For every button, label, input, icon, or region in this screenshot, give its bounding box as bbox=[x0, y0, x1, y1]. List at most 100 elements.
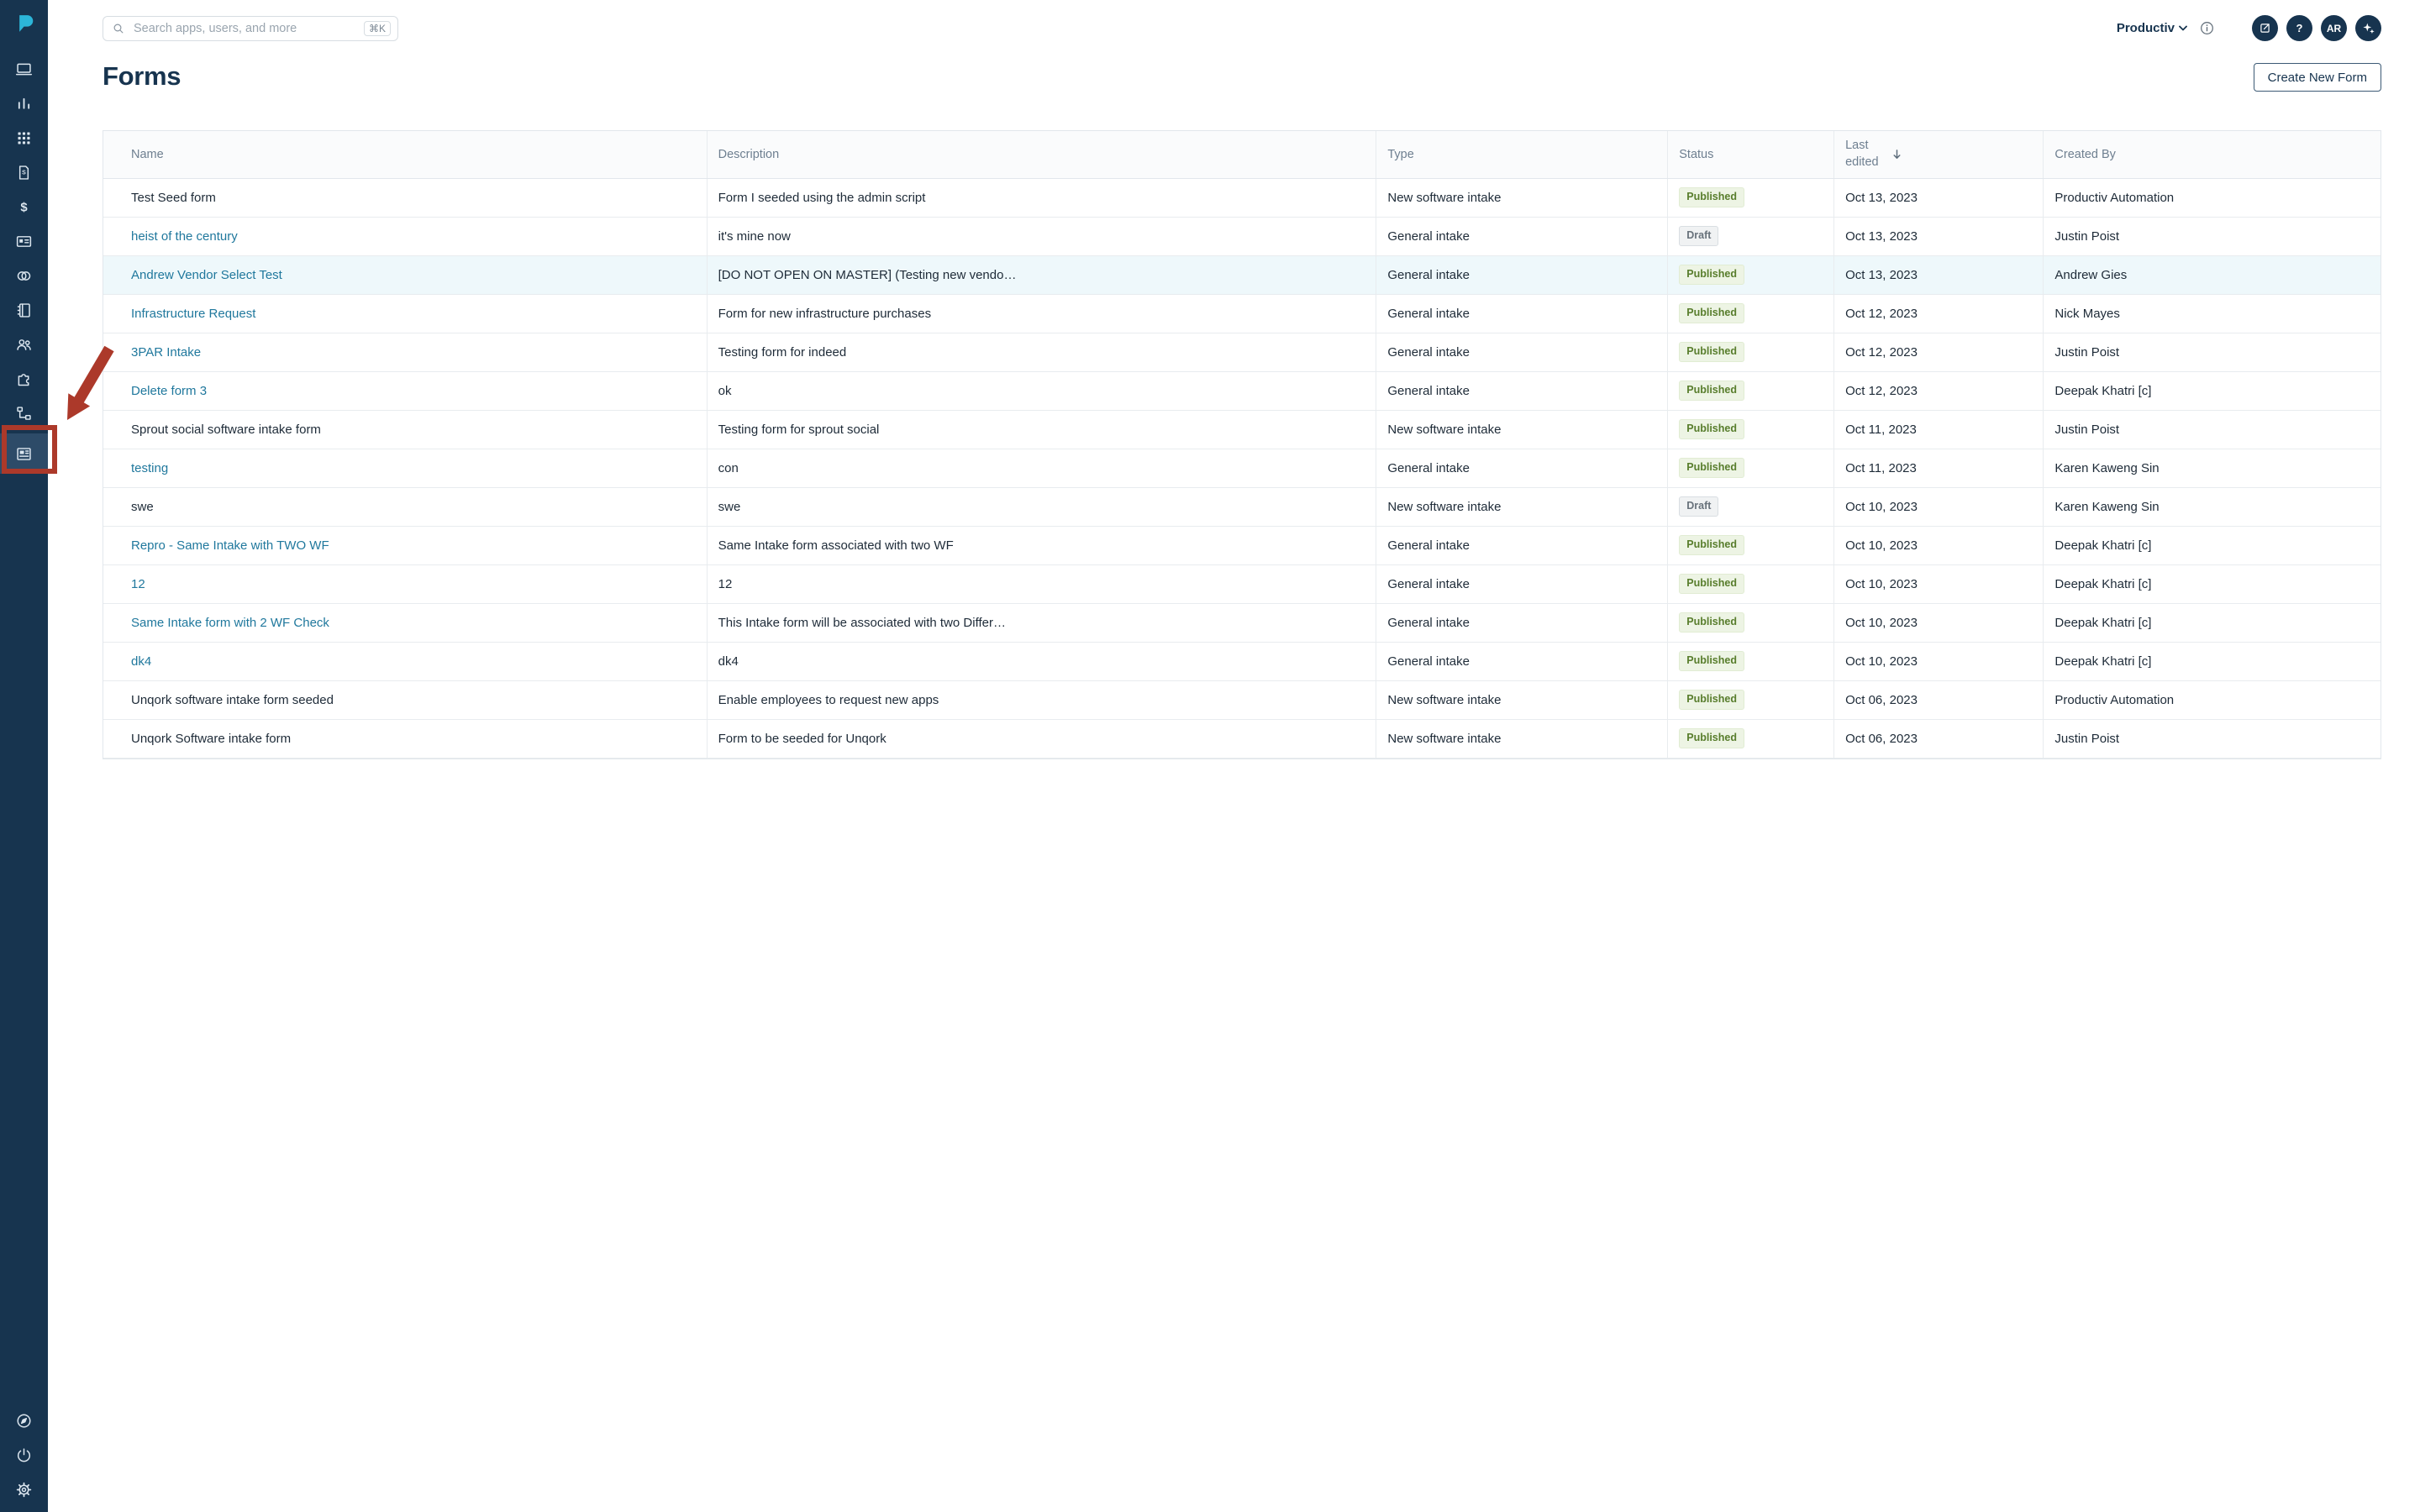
sidebar-item-licenses[interactable] bbox=[0, 224, 48, 259]
column-header-type[interactable]: Type bbox=[1376, 131, 1668, 178]
sidebar-item-overlap[interactable] bbox=[0, 259, 48, 293]
form-name-link[interactable]: 12 bbox=[131, 577, 145, 591]
topbar-right: Productiv ? AR bbox=[2117, 15, 2381, 41]
form-type-cell: General intake bbox=[1376, 603, 1668, 642]
column-header-last-edited[interactable]: Last edited bbox=[1834, 131, 2044, 178]
column-header-description[interactable]: Description bbox=[707, 131, 1376, 178]
table-body: Test Seed formForm I seeded using the ad… bbox=[103, 178, 2381, 758]
column-header-last-edited-label: Last edited bbox=[1845, 138, 1884, 171]
form-created-by-cell: Deepak Khatri [c] bbox=[2044, 526, 2381, 564]
form-status-cell: Draft bbox=[1668, 487, 1834, 526]
people-icon bbox=[15, 336, 33, 354]
sidebar-item-overview[interactable] bbox=[0, 52, 48, 87]
form-type-cell: General intake bbox=[1376, 449, 1668, 487]
form-description-cell: Enable employees to request new apps bbox=[707, 680, 1376, 719]
form-created-by-cell: Justin Poist bbox=[2044, 217, 2381, 255]
form-name-link[interactable]: dk4 bbox=[131, 654, 151, 669]
dollar-icon: $ bbox=[15, 198, 33, 216]
sidebar-item-spend[interactable]: $ bbox=[0, 190, 48, 224]
table-row: Andrew Vendor Select Test[DO NOT OPEN ON… bbox=[103, 255, 2381, 294]
share-button[interactable] bbox=[2252, 15, 2278, 41]
form-name-link[interactable]: Delete form 3 bbox=[131, 384, 207, 398]
main-content: ⌘K Productiv ? A bbox=[48, 0, 2420, 1512]
table-row: Same Intake form with 2 WF CheckThis Int… bbox=[103, 603, 2381, 642]
info-icon bbox=[2199, 20, 2215, 36]
form-last-edited-cell: Oct 13, 2023 bbox=[1834, 217, 2044, 255]
form-name-link[interactable]: 3PAR Intake bbox=[131, 345, 201, 360]
column-header-status[interactable]: Status bbox=[1668, 131, 1834, 178]
form-description-cell: Same Intake form associated with two WF bbox=[707, 526, 1376, 564]
form-created-by-cell: Karen Kaweng Sin bbox=[2044, 449, 2381, 487]
global-search: ⌘K bbox=[103, 16, 398, 41]
user-avatar[interactable]: AR bbox=[2321, 15, 2347, 41]
ai-assistant-button[interactable] bbox=[2355, 15, 2381, 41]
table-row: swesweNew software intakeDraftOct 10, 20… bbox=[103, 487, 2381, 526]
sidebar-item-forms[interactable] bbox=[0, 433, 48, 474]
status-badge: Published bbox=[1679, 535, 1744, 555]
sidebar-item-teams[interactable] bbox=[0, 328, 48, 362]
sidebar-item-workflows[interactable] bbox=[0, 396, 48, 431]
form-last-edited-cell: Oct 13, 2023 bbox=[1834, 255, 2044, 294]
column-header-created-by[interactable]: Created By bbox=[2044, 131, 2381, 178]
form-status-cell: Published bbox=[1668, 719, 1834, 758]
sidebar-item-explore[interactable] bbox=[0, 1404, 48, 1438]
form-name-link[interactable]: Same Intake form with 2 WF Check bbox=[131, 616, 329, 630]
sidebar-nav: S $ bbox=[0, 52, 48, 474]
form-last-edited-cell: Oct 12, 2023 bbox=[1834, 371, 2044, 410]
form-name-cell: Repro - Same Intake with TWO WF bbox=[103, 526, 707, 564]
sidebar-footer bbox=[0, 1404, 48, 1512]
form-type-cell: General intake bbox=[1376, 294, 1668, 333]
share-icon bbox=[2258, 21, 2272, 35]
form-created-by-cell: Karen Kaweng Sin bbox=[2044, 487, 2381, 526]
sidebar-item-integrations[interactable] bbox=[0, 362, 48, 396]
sidebar-item-apps[interactable] bbox=[0, 121, 48, 155]
table-row: Test Seed formForm I seeded using the ad… bbox=[103, 178, 2381, 217]
topbar: ⌘K Productiv ? A bbox=[103, 15, 2381, 41]
create-new-form-button[interactable]: Create New Form bbox=[2254, 63, 2381, 92]
status-badge: Draft bbox=[1679, 496, 1718, 517]
form-name-link[interactable]: Andrew Vendor Select Test bbox=[131, 268, 282, 282]
help-button[interactable]: ? bbox=[2286, 15, 2312, 41]
sidebar-item-catalog[interactable] bbox=[0, 293, 48, 328]
form-description-cell: it's mine now bbox=[707, 217, 1376, 255]
form-last-edited-cell: Oct 10, 2023 bbox=[1834, 603, 2044, 642]
form-status-cell: Published bbox=[1668, 526, 1834, 564]
forms-table: Name Description Type Status Last edited… bbox=[103, 130, 2381, 759]
form-last-edited-cell: Oct 12, 2023 bbox=[1834, 294, 2044, 333]
sidebar-item-logout[interactable] bbox=[0, 1438, 48, 1473]
form-name-link[interactable]: heist of the century bbox=[131, 229, 238, 244]
sidebar-item-settings[interactable] bbox=[0, 1473, 48, 1507]
form-status-cell: Published bbox=[1668, 178, 1834, 217]
column-header-name[interactable]: Name bbox=[103, 131, 707, 178]
table-row: dk4dk4General intakePublishedOct 10, 202… bbox=[103, 642, 2381, 680]
productiv-logo[interactable] bbox=[13, 12, 36, 35]
forms-newspaper-icon bbox=[15, 445, 33, 463]
form-name-cell: swe bbox=[103, 487, 707, 526]
sort-descending-arrow-icon bbox=[1891, 148, 1903, 160]
form-type-cell: General intake bbox=[1376, 642, 1668, 680]
form-name-cell: Same Intake form with 2 WF Check bbox=[103, 603, 707, 642]
org-switcher[interactable]: Productiv bbox=[2117, 21, 2187, 35]
page-header: Forms Create New Form bbox=[103, 61, 2381, 92]
sidebar-item-contracts[interactable]: S bbox=[0, 155, 48, 190]
license-card-icon bbox=[15, 233, 33, 250]
status-badge: Published bbox=[1679, 651, 1744, 671]
form-name-link[interactable]: testing bbox=[131, 461, 168, 475]
form-name-cell: Sprout social software intake form bbox=[103, 410, 707, 449]
sidebar-item-analytics[interactable] bbox=[0, 87, 48, 121]
form-description-cell: dk4 bbox=[707, 642, 1376, 680]
form-status-cell: Published bbox=[1668, 603, 1834, 642]
form-name-cell: Andrew Vendor Select Test bbox=[103, 255, 707, 294]
form-name-link[interactable]: Repro - Same Intake with TWO WF bbox=[131, 538, 329, 553]
status-badge: Published bbox=[1679, 419, 1744, 439]
form-created-by-cell: Nick Mayes bbox=[2044, 294, 2381, 333]
form-name-cell: dk4 bbox=[103, 642, 707, 680]
form-name-cell: Infrastructure Request bbox=[103, 294, 707, 333]
form-created-by-cell: Deepak Khatri [c] bbox=[2044, 642, 2381, 680]
info-button[interactable] bbox=[2199, 20, 2215, 36]
search-input[interactable] bbox=[132, 21, 357, 36]
page-title: Forms bbox=[103, 61, 181, 92]
form-last-edited-cell: Oct 11, 2023 bbox=[1834, 410, 2044, 449]
form-name-link[interactable]: Infrastructure Request bbox=[131, 307, 255, 321]
status-badge: Published bbox=[1679, 612, 1744, 633]
